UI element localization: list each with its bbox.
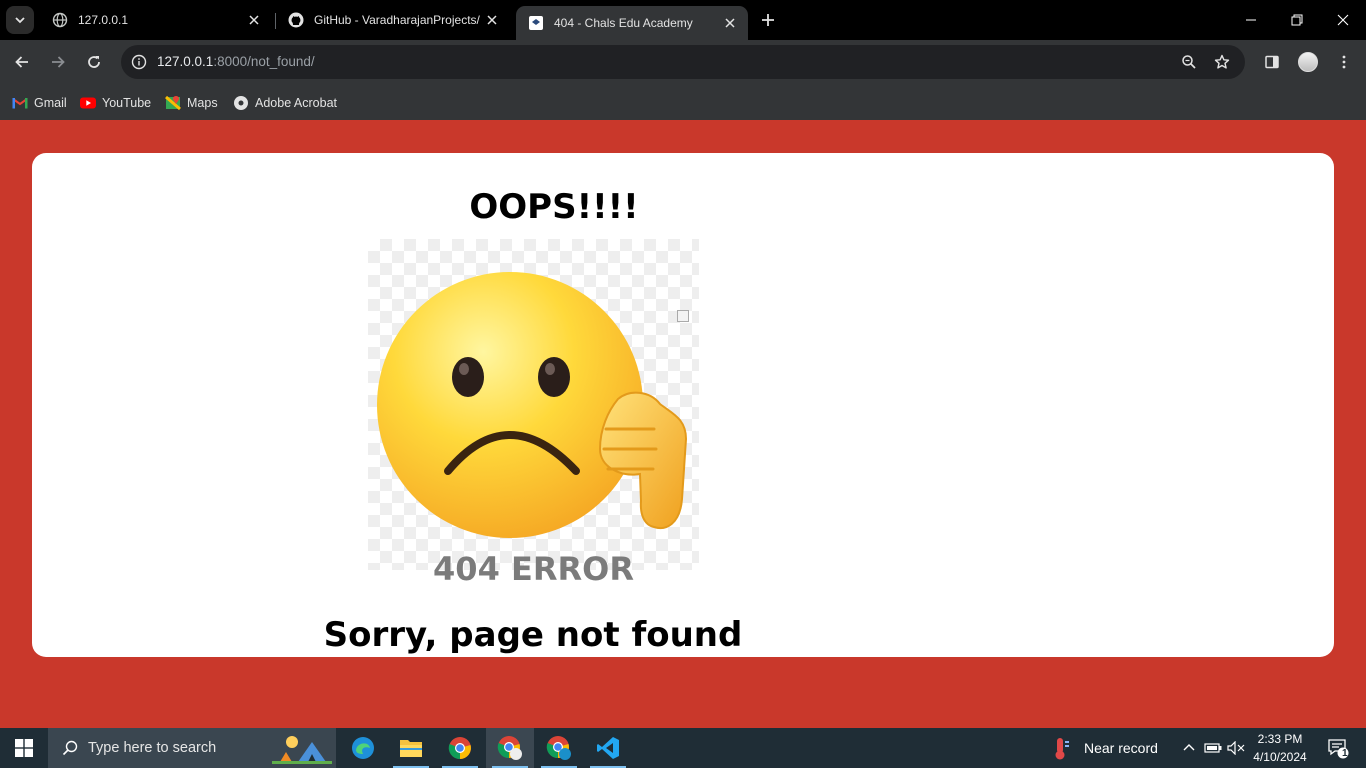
- reload-button[interactable]: [80, 48, 108, 76]
- address-bar[interactable]: 127.0.0.1:8000/not_found/: [121, 45, 1245, 79]
- sad-thumbs-down-image: [368, 239, 699, 570]
- notification-center-button[interactable]: 1: [1318, 728, 1358, 768]
- url-host: 127.0.0.1: [157, 54, 214, 69]
- close-tab-icon[interactable]: [244, 10, 264, 30]
- url-text: 127.0.0.1:8000/not_found/: [157, 54, 315, 69]
- windows-taskbar: Type here to search Near record 2:33 PM …: [0, 728, 1366, 768]
- chrome-canary-icon: [546, 736, 571, 760]
- restore-button[interactable]: [1274, 0, 1320, 40]
- taskbar-file-explorer[interactable]: [387, 728, 435, 768]
- vscode-icon: [597, 737, 619, 759]
- close-tab-icon[interactable]: [720, 13, 740, 33]
- chrome-profile-icon: [497, 736, 522, 760]
- bookmark-label: Adobe Acrobat: [255, 96, 338, 110]
- bookmark-maps[interactable]: Maps: [165, 91, 218, 115]
- tab-search-button[interactable]: [6, 6, 34, 34]
- tab-3-active[interactable]: 404 - Chals Edu Academy: [516, 6, 748, 40]
- close-tab-icon[interactable]: [482, 10, 502, 30]
- windows-logo-icon: [15, 739, 33, 757]
- thermometer-icon: [1055, 738, 1069, 760]
- site-favicon-icon: [528, 15, 544, 31]
- gmail-icon: [12, 95, 28, 111]
- taskbar-chrome[interactable]: [436, 728, 484, 768]
- tab-1[interactable]: 127.0.0.1: [40, 0, 272, 40]
- edge-icon: [352, 737, 374, 759]
- arrow-left-icon: [15, 56, 28, 68]
- close-icon: [1337, 14, 1349, 26]
- youtube-icon: [80, 95, 96, 111]
- more-vert-icon: [1342, 55, 1346, 69]
- clock-time: 2:33 PM: [1257, 732, 1303, 746]
- side-panel-icon: [1265, 55, 1279, 69]
- restore-icon: [1291, 14, 1303, 26]
- acrobat-icon: [233, 95, 249, 111]
- taskbar-chrome-canary[interactable]: [535, 728, 583, 768]
- minimize-button[interactable]: [1228, 0, 1274, 40]
- plus-icon: [762, 14, 774, 26]
- start-button[interactable]: [0, 728, 48, 768]
- error-card: OOPS!!!! 404 ERROR Sorry, page not found: [32, 153, 1334, 657]
- browser-toolbar: 127.0.0.1:8000/not_found/: [0, 40, 1366, 85]
- github-icon: [288, 12, 304, 28]
- taskbar-vscode[interactable]: [584, 728, 632, 768]
- broken-image-icon: [677, 310, 689, 322]
- site-info-icon[interactable]: [127, 50, 151, 74]
- new-tab-button[interactable]: [756, 8, 780, 32]
- profile-button[interactable]: [1294, 48, 1322, 76]
- volume-muted-icon: [1227, 741, 1245, 755]
- search-icon: [60, 738, 80, 758]
- weather-text: Near record: [1084, 740, 1158, 756]
- tab-title: GitHub - VaradharajanProjects/: [314, 13, 480, 27]
- tab-strip: 127.0.0.1 GitHub - VaradharajanProjects/…: [0, 0, 1366, 40]
- chevron-down-icon: [15, 17, 25, 24]
- maps-icon: [165, 95, 181, 111]
- show-hidden-icons-button[interactable]: [1178, 728, 1200, 768]
- search-highlight-camping-icon: [272, 736, 332, 764]
- bookmark-gmail[interactable]: Gmail: [12, 91, 67, 115]
- page-heading: OOPS!!!!: [469, 187, 639, 227]
- error-code-text: 404 ERROR: [433, 550, 634, 588]
- chevron-up-icon: [1183, 744, 1195, 751]
- weather-widget[interactable]: Near record: [1050, 728, 1158, 768]
- tab-title: 404 - Chals Edu Academy: [554, 16, 693, 30]
- bookmarks-bar: Gmail YouTube Maps Adobe Acrobat: [0, 85, 1366, 120]
- forward-button[interactable]: [44, 48, 72, 76]
- close-window-button[interactable]: [1320, 0, 1366, 40]
- volume-button[interactable]: [1225, 728, 1247, 768]
- globe-icon: [52, 12, 68, 28]
- chrome-icon: [448, 737, 471, 760]
- back-button[interactable]: [8, 48, 36, 76]
- taskbar-chrome-profile[interactable]: [486, 728, 534, 768]
- avatar: [1298, 52, 1318, 72]
- minimize-icon: [1246, 19, 1256, 21]
- bookmark-label: Gmail: [34, 96, 67, 110]
- side-panel-button[interactable]: [1258, 48, 1286, 76]
- bookmark-star-icon[interactable]: [1210, 50, 1234, 74]
- reload-icon: [88, 56, 100, 68]
- battery-button[interactable]: [1202, 728, 1224, 768]
- bookmark-adobe-acrobat[interactable]: Adobe Acrobat: [233, 91, 337, 115]
- tab-title: 127.0.0.1: [78, 13, 129, 27]
- sad-face-icon: [377, 272, 688, 538]
- taskbar-edge[interactable]: [339, 728, 387, 768]
- bookmark-label: YouTube: [102, 96, 152, 110]
- file-explorer-icon: [400, 740, 422, 757]
- bookmark-label: Maps: [187, 96, 218, 110]
- search-placeholder: Type here to search: [88, 740, 217, 756]
- clock-date: 4/10/2024: [1253, 750, 1307, 764]
- url-path: :8000/not_found/: [213, 54, 315, 69]
- tab-2[interactable]: GitHub - VaradharajanProjects/: [276, 0, 510, 40]
- arrow-right-icon: [52, 56, 65, 68]
- taskbar-search-box[interactable]: Type here to search: [48, 728, 336, 768]
- notification-count: 1: [1342, 748, 1348, 759]
- menu-button[interactable]: [1330, 48, 1358, 76]
- zoom-icon[interactable]: [1177, 50, 1201, 74]
- taskbar-clock[interactable]: 2:33 PM 4/10/2024: [1248, 730, 1312, 766]
- battery-icon: [1204, 743, 1222, 753]
- bookmark-youtube[interactable]: YouTube: [80, 91, 151, 115]
- error-message: Sorry, page not found: [323, 615, 743, 655]
